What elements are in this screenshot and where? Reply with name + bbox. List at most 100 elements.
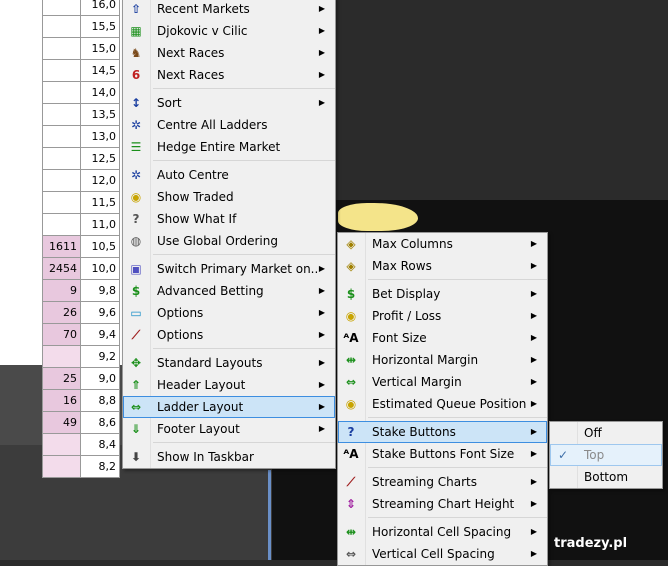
menu-item-next-races[interactable]: ♞ Next Races ▶ <box>123 42 335 64</box>
traded-volume-cell[interactable] <box>42 346 81 368</box>
menu-item-auto-centre[interactable]: ✲ Auto Centre <box>123 164 335 186</box>
ladder-row[interactable]: 2454 10,0 <box>42 258 122 280</box>
ladder-row[interactable]: 11,5 <box>42 192 122 214</box>
ladder-row[interactable]: 9 9,8 <box>42 280 122 302</box>
menu-item-header-layout[interactable]: ⇑ Header Layout ▶ <box>123 374 335 396</box>
menu-item-ladder-layout[interactable]: ⇔ Ladder Layout ▶ <box>123 396 335 418</box>
menu-item-off[interactable]: Off <box>550 422 662 444</box>
price-cell[interactable]: 13,0 <box>81 126 120 148</box>
ladder-row[interactable]: 16 8,8 <box>42 390 122 412</box>
menu-item-streaming-charts[interactable]: ⟋ Streaming Charts ▶ <box>338 471 547 493</box>
price-ladder[interactable]: 16,0 15,5 15,0 14,5 14,0 13,5 13,0 12,5 12,0 11,5… <box>42 0 122 478</box>
price-cell[interactable]: 14,5 <box>81 60 120 82</box>
menu-item-show-what-if[interactable]: ? Show What If <box>123 208 335 230</box>
traded-volume-cell[interactable]: 2454 <box>42 258 81 280</box>
ladder-row[interactable]: 12,5 <box>42 148 122 170</box>
menu-item-stake-buttons-font-size[interactable]: ᴬA Stake Buttons Font Size ▶ <box>338 443 547 465</box>
price-cell[interactable]: 12,5 <box>81 148 120 170</box>
ladder-row[interactable]: 11,0 <box>42 214 122 236</box>
menu-item-footer-layout[interactable]: ⇓ Footer Layout ▶ <box>123 418 335 440</box>
price-cell[interactable]: 10,5 <box>81 236 120 258</box>
price-cell[interactable]: 14,0 <box>81 82 120 104</box>
menu-item-show-traded[interactable]: ◉ Show Traded <box>123 186 335 208</box>
menu-item-horizontal-margin[interactable]: ⇹ Horizontal Margin ▶ <box>338 349 547 371</box>
price-cell[interactable]: 9,4 <box>81 324 120 346</box>
ladder-row[interactable]: 14,0 <box>42 82 122 104</box>
traded-volume-cell[interactable] <box>42 60 81 82</box>
traded-volume-cell[interactable] <box>42 434 81 456</box>
menu-item-standard-layouts[interactable]: ✥ Standard Layouts ▶ <box>123 352 335 374</box>
price-cell[interactable]: 8,6 <box>81 412 120 434</box>
price-cell[interactable]: 9,0 <box>81 368 120 390</box>
menu-item-stake-buttons[interactable]: ? Stake Buttons ▶ <box>338 421 547 443</box>
ladder-row[interactable]: 70 9,4 <box>42 324 122 346</box>
traded-volume-cell[interactable]: 70 <box>42 324 81 346</box>
ladder-row[interactable]: 8,4 <box>42 434 122 456</box>
price-cell[interactable]: 9,2 <box>81 346 120 368</box>
price-cell[interactable]: 10,0 <box>81 258 120 280</box>
price-cell[interactable]: 9,8 <box>81 280 120 302</box>
menu-item-recent-markets[interactable]: ⇧ Recent Markets ▶ <box>123 0 335 20</box>
menu-item-bottom[interactable]: Bottom <box>550 466 662 488</box>
traded-volume-cell[interactable] <box>42 0 81 16</box>
traded-volume-cell[interactable] <box>42 456 81 478</box>
menu-item-switch-primary-market-on[interactable]: ▣ Switch Primary Market on.. ▶ <box>123 258 335 280</box>
price-cell[interactable]: 16,0 <box>81 0 120 16</box>
traded-volume-cell[interactable] <box>42 38 81 60</box>
ladder-row[interactable]: 49 8,6 <box>42 412 122 434</box>
price-cell[interactable]: 8,4 <box>81 434 120 456</box>
price-cell[interactable]: 11,0 <box>81 214 120 236</box>
menu-item-font-size[interactable]: ᴬA Font Size ▶ <box>338 327 547 349</box>
traded-volume-cell[interactable]: 26 <box>42 302 81 324</box>
traded-volume-cell[interactable] <box>42 104 81 126</box>
ladder-row[interactable]: 15,5 <box>42 16 122 38</box>
menu-item-bet-display[interactable]: $ Bet Display ▶ <box>338 283 547 305</box>
menu-item-advanced-betting[interactable]: $ Advanced Betting ▶ <box>123 280 335 302</box>
price-cell[interactable]: 8,8 <box>81 390 120 412</box>
traded-volume-cell[interactable] <box>42 148 81 170</box>
menu-item-max-rows[interactable]: ◈ Max Rows ▶ <box>338 255 547 277</box>
menu-item-next-races[interactable]: 6 Next Races ▶ <box>123 64 335 86</box>
ladder-row[interactable]: 13,5 <box>42 104 122 126</box>
traded-volume-cell[interactable] <box>42 82 81 104</box>
menu-item-estimated-queue-position[interactable]: ◉ Estimated Queue Position ▶ <box>338 393 547 415</box>
traded-volume-cell[interactable]: 9 <box>42 280 81 302</box>
menu-item-show-in-taskbar[interactable]: ⬇ Show In Taskbar <box>123 446 335 468</box>
price-cell[interactable]: 9,6 <box>81 302 120 324</box>
ladder-row[interactable]: 9,2 <box>42 346 122 368</box>
menu-item-max-columns[interactable]: ◈ Max Columns ▶ <box>338 233 547 255</box>
menu-item-streaming-chart-height[interactable]: ⇕ Streaming Chart Height ▶ <box>338 493 547 515</box>
menu-item-centre-all-ladders[interactable]: ✲ Centre All Ladders <box>123 114 335 136</box>
menu-item-vertical-cell-spacing[interactable]: ⇔ Vertical Cell Spacing ▶ <box>338 543 547 565</box>
traded-volume-cell[interactable] <box>42 126 81 148</box>
menu-item-use-global-ordering[interactable]: ◍ Use Global Ordering <box>123 230 335 252</box>
ladder-row[interactable]: 1611 10,5 <box>42 236 122 258</box>
traded-volume-cell[interactable] <box>42 170 81 192</box>
menu-item-options[interactable]: ▭ Options ▶ <box>123 302 335 324</box>
ladder-row[interactable]: 25 9,0 <box>42 368 122 390</box>
menu-item-horizontal-cell-spacing[interactable]: ⇹ Horizontal Cell Spacing ▶ <box>338 521 547 543</box>
menu-item-sort[interactable]: ↕ Sort ▶ <box>123 92 335 114</box>
menu-item-top[interactable]: ✓ Top <box>550 444 662 466</box>
ladder-row[interactable]: 16,0 <box>42 0 122 16</box>
traded-volume-cell[interactable] <box>42 192 81 214</box>
menu-item-vertical-margin[interactable]: ⇔ Vertical Margin ▶ <box>338 371 547 393</box>
ladder-row[interactable]: 12,0 <box>42 170 122 192</box>
menu-item-djokovic-v-cilic[interactable]: ▦ Djokovic v Cilic ▶ <box>123 20 335 42</box>
traded-volume-cell[interactable]: 25 <box>42 368 81 390</box>
price-cell[interactable]: 15,5 <box>81 16 120 38</box>
price-cell[interactable]: 13,5 <box>81 104 120 126</box>
price-cell[interactable]: 11,5 <box>81 192 120 214</box>
ladder-row[interactable]: 8,2 <box>42 456 122 478</box>
ladder-row[interactable]: 13,0 <box>42 126 122 148</box>
traded-volume-cell[interactable] <box>42 214 81 236</box>
menu-item-hedge-entire-market[interactable]: ☰ Hedge Entire Market <box>123 136 335 158</box>
price-cell[interactable]: 12,0 <box>81 170 120 192</box>
menu-item-options[interactable]: ⟋ Options ▶ <box>123 324 335 346</box>
ladder-row[interactable]: 15,0 <box>42 38 122 60</box>
traded-volume-cell[interactable]: 49 <box>42 412 81 434</box>
ladder-row[interactable]: 26 9,6 <box>42 302 122 324</box>
traded-volume-cell[interactable]: 16 <box>42 390 81 412</box>
price-cell[interactable]: 15,0 <box>81 38 120 60</box>
traded-volume-cell[interactable] <box>42 16 81 38</box>
